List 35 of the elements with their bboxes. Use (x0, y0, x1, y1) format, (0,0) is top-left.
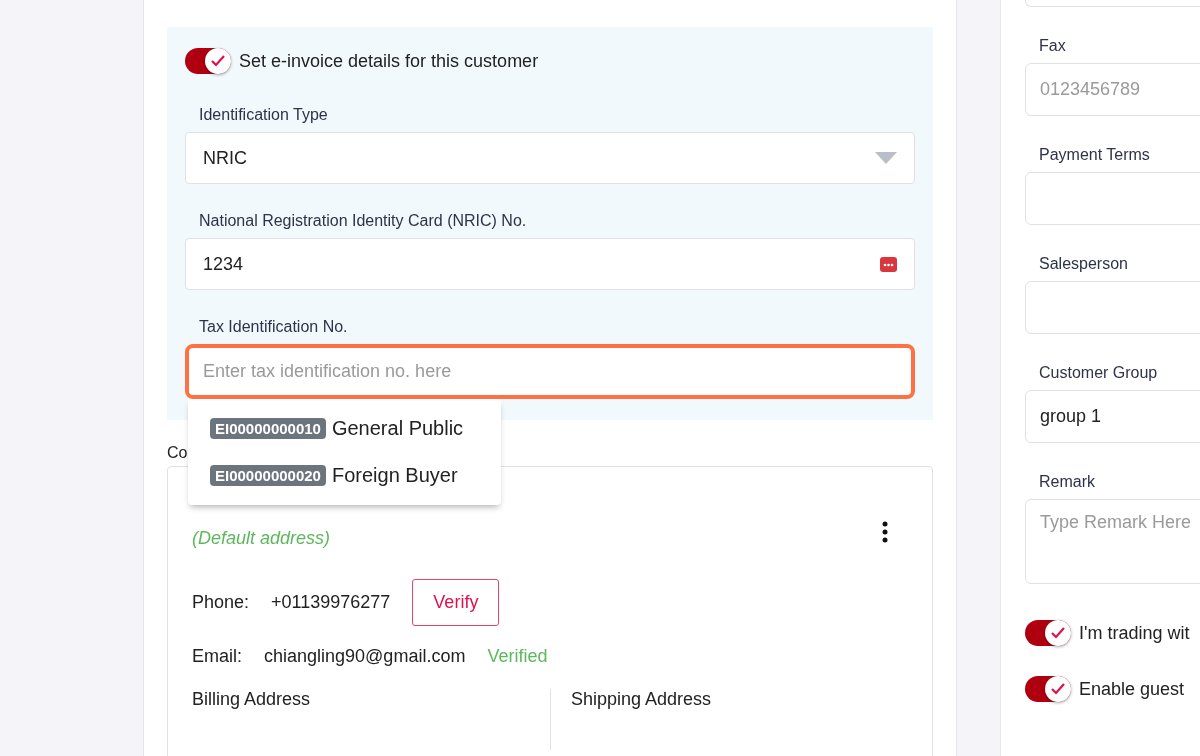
field-label: Identification Type (199, 106, 329, 124)
field-label: Tax Identification No. (199, 318, 349, 336)
field-label: Payment Terms (1039, 146, 1151, 164)
verify-button[interactable]: Verify (412, 579, 500, 626)
phone-value: +01139976277 (271, 592, 391, 613)
column-heading: Billing Address (192, 689, 312, 711)
text-input[interactable]: group 1 (1025, 390, 1200, 443)
toggle-switch[interactable] (1025, 676, 1071, 702)
field-label: Salesperson (1039, 255, 1129, 273)
toggle-label: I'm trading wit (1079, 622, 1190, 644)
toggle-switch[interactable] (185, 48, 231, 74)
nric-input[interactable]: 1234 (185, 238, 915, 290)
email-label: Email: (192, 646, 242, 667)
column-heading: Shipping Address (550, 689, 908, 750)
field-label: National Registration Identity Card (NRIC) No. (199, 212, 528, 230)
field-label: Customer Group (1039, 364, 1159, 382)
field-label: Fax (1039, 37, 1067, 55)
email-value: chiangling90@gmail.com (264, 646, 466, 667)
checkmark-icon (1050, 682, 1066, 696)
checkmark-icon (210, 54, 226, 68)
toggle-label: Set e-invoice details for this customer (239, 50, 539, 72)
toggle-label: Enable guest (1079, 678, 1185, 700)
checkmark-icon (1050, 626, 1066, 640)
suggestion-item[interactable]: EI00000000010 General Public (188, 405, 501, 452)
section-title: Co (167, 444, 188, 462)
more-menu-icon[interactable] (882, 521, 888, 543)
caret-icon (875, 152, 897, 164)
field-label: Remark (1039, 473, 1096, 491)
phone-label: Phone: (192, 592, 250, 613)
verified-status: Verified (487, 646, 548, 667)
password-dots-icon (880, 256, 897, 272)
default-address-note: (Default address) (192, 528, 331, 549)
identification-type-select[interactable]: NRIC (185, 132, 915, 184)
toggle-switch[interactable] (1025, 620, 1071, 646)
suggestion-item[interactable]: EI00000000020 Foreign Buyer (188, 452, 501, 499)
